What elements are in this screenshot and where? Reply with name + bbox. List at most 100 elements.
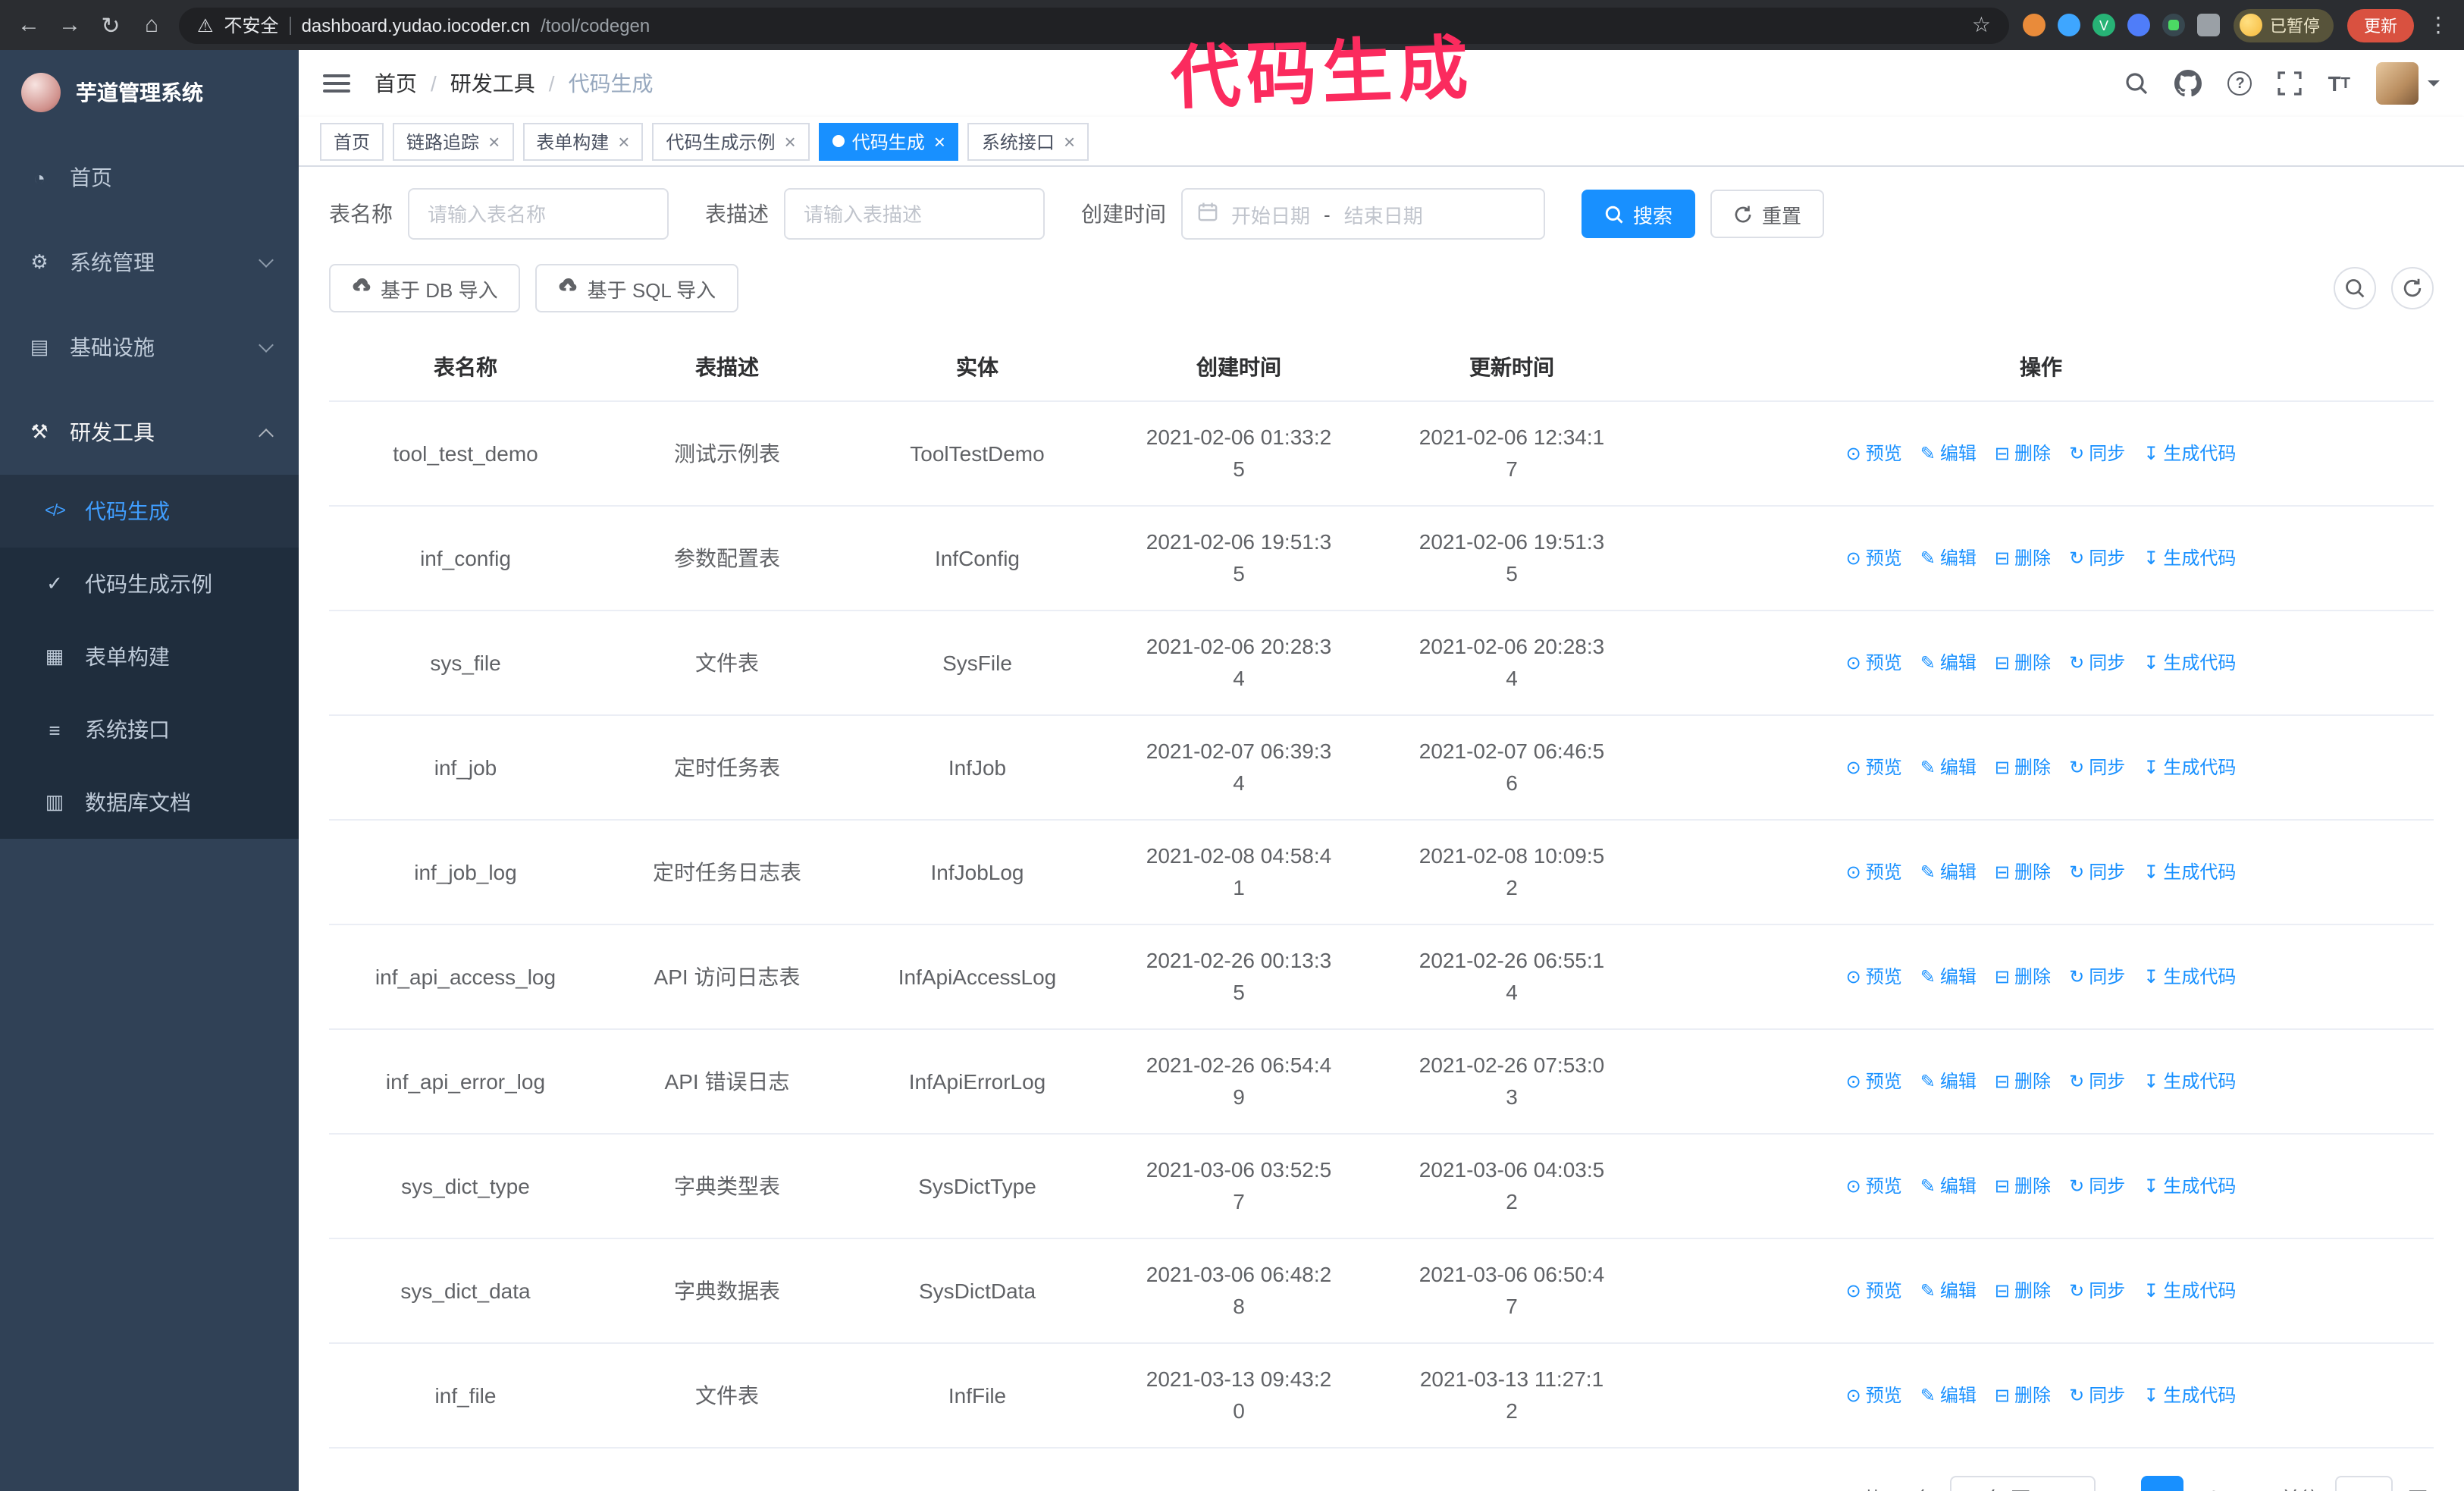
font-size-icon[interactable]: TT [2328, 71, 2350, 96]
tab-codegen-example[interactable]: 代码生成示例 × [652, 122, 810, 160]
sync-link[interactable]: ↻ 同步 [2069, 961, 2125, 993]
sidebar-item-form-builder[interactable]: ▦ 表单构建 [0, 620, 299, 693]
generate-code-link[interactable]: ↧ 生成代码 [2143, 1275, 2236, 1307]
browser-reload-icon[interactable]: ↻ [97, 11, 124, 39]
puzzle-icon[interactable] [2197, 14, 2220, 36]
extension-icon[interactable] [2023, 14, 2045, 36]
delete-link[interactable]: ⊟ 删除 [1995, 856, 2051, 888]
page-button-1[interactable]: 1 [2140, 1476, 2183, 1491]
help-icon[interactable]: ? [2227, 71, 2252, 96]
generate-code-link[interactable]: ↧ 生成代码 [2143, 647, 2236, 679]
sync-link[interactable]: ↻ 同步 [2069, 1380, 2125, 1411]
breadcrumb-item[interactable]: 首页 [375, 68, 417, 99]
import-sql-button[interactable]: 基于 SQL 导入 [535, 264, 739, 312]
edit-link[interactable]: ✎ 编辑 [1920, 856, 1977, 888]
preview-link[interactable]: ⊙ 预览 [1846, 1170, 1902, 1202]
toggle-search-button[interactable] [2334, 267, 2376, 309]
edit-link[interactable]: ✎ 编辑 [1920, 1066, 1977, 1097]
sync-link[interactable]: ↻ 同步 [2069, 438, 2125, 469]
edit-link[interactable]: ✎ 编辑 [1920, 647, 1977, 679]
generate-code-link[interactable]: ↧ 生成代码 [2143, 1170, 2236, 1202]
generate-code-link[interactable]: ↧ 生成代码 [2143, 438, 2236, 469]
edit-link[interactable]: ✎ 编辑 [1920, 542, 1977, 574]
delete-link[interactable]: ⊟ 删除 [1995, 961, 2051, 993]
extension-icon[interactable]: V [2093, 14, 2115, 36]
browser-home-icon[interactable]: ⌂ [138, 12, 165, 38]
sync-link[interactable]: ↻ 同步 [2069, 1170, 2125, 1202]
sync-link[interactable]: ↻ 同步 [2069, 752, 2125, 783]
generate-code-link[interactable]: ↧ 生成代码 [2143, 856, 2236, 888]
close-icon[interactable]: × [616, 131, 629, 151]
next-page-button[interactable]: › [2250, 1483, 2265, 1491]
close-icon[interactable]: × [933, 131, 945, 151]
delete-link[interactable]: ⊟ 删除 [1995, 1380, 2051, 1411]
goto-page-input[interactable] [2334, 1476, 2393, 1491]
sync-link[interactable]: ↻ 同步 [2069, 647, 2125, 679]
extension-icon[interactable] [2058, 14, 2080, 36]
generate-code-link[interactable]: ↧ 生成代码 [2143, 961, 2236, 993]
fullscreen-icon[interactable] [2278, 71, 2303, 96]
generate-code-link[interactable]: ↧ 生成代码 [2143, 1066, 2236, 1097]
sync-link[interactable]: ↻ 同步 [2069, 542, 2125, 574]
sync-link[interactable]: ↻ 同步 [2069, 856, 2125, 888]
tab-codegen[interactable]: 代码生成 × [818, 122, 959, 160]
preview-link[interactable]: ⊙ 预览 [1846, 542, 1902, 574]
browser-forward-icon[interactable]: → [56, 12, 83, 38]
search-icon[interactable] [2125, 71, 2149, 96]
generate-code-link[interactable]: ↧ 生成代码 [2143, 1380, 2236, 1411]
hamburger-icon[interactable] [323, 74, 350, 93]
start-date-placeholder[interactable]: 开始日期 [1231, 199, 1310, 228]
delete-link[interactable]: ⊟ 删除 [1995, 647, 2051, 679]
preview-link[interactable]: ⊙ 预览 [1846, 961, 1902, 993]
close-icon[interactable]: × [1062, 131, 1075, 151]
reset-button[interactable]: 重置 [1710, 190, 1825, 238]
preview-link[interactable]: ⊙ 预览 [1846, 752, 1902, 783]
import-db-button[interactable]: 基于 DB 导入 [329, 264, 521, 312]
edit-link[interactable]: ✎ 编辑 [1920, 961, 1977, 993]
preview-link[interactable]: ⊙ 预览 [1846, 438, 1902, 469]
generate-code-link[interactable]: ↧ 生成代码 [2143, 752, 2236, 783]
preview-link[interactable]: ⊙ 预览 [1846, 1380, 1902, 1411]
extension-icon[interactable] [2127, 14, 2150, 36]
close-icon[interactable]: × [487, 131, 500, 151]
page-button-2[interactable]: 2 [2193, 1476, 2235, 1491]
bookmark-star-icon[interactable]: ☆ [1972, 12, 1991, 38]
preview-link[interactable]: ⊙ 预览 [1846, 647, 1902, 679]
close-icon[interactable]: × [783, 131, 796, 151]
sidebar-item-api[interactable]: ≡ 系统接口 [0, 693, 299, 766]
user-menu[interactable] [2376, 62, 2440, 105]
tab-form-builder[interactable]: 表单构建 × [522, 122, 644, 160]
sidebar-item-db-doc[interactable]: ▥ 数据库文档 [0, 766, 299, 839]
sync-link[interactable]: ↻ 同步 [2069, 1066, 2125, 1097]
sidebar-item-codegen-example[interactable]: ✓ 代码生成示例 [0, 548, 299, 620]
delete-link[interactable]: ⊟ 删除 [1995, 752, 2051, 783]
tab-api[interactable]: 系统接口 × [967, 122, 1089, 160]
sidebar-item-devtools[interactable]: ⚒ 研发工具 [0, 390, 299, 475]
delete-link[interactable]: ⊟ 删除 [1995, 1066, 2051, 1097]
breadcrumb-item[interactable]: 研发工具 [450, 68, 535, 99]
preview-link[interactable]: ⊙ 预览 [1846, 1275, 1902, 1307]
page-size-select[interactable]: 10条/页 [1949, 1476, 2096, 1491]
refresh-button[interactable] [2391, 267, 2434, 309]
delete-link[interactable]: ⊟ 删除 [1995, 542, 2051, 574]
date-range-picker[interactable]: 开始日期 - 结束日期 [1181, 188, 1545, 240]
extension-icon[interactable] [2162, 14, 2185, 36]
table-desc-input[interactable] [784, 188, 1045, 240]
sidebar-item-codegen[interactable]: </> 代码生成 [0, 475, 299, 548]
edit-link[interactable]: ✎ 编辑 [1920, 438, 1977, 469]
address-bar[interactable]: ⚠ 不安全 dashboard.yudao.iocoder.cn/tool/co… [179, 7, 2009, 43]
edit-link[interactable]: ✎ 编辑 [1920, 1170, 1977, 1202]
table-name-input[interactable] [408, 188, 669, 240]
end-date-placeholder[interactable]: 结束日期 [1344, 199, 1423, 228]
browser-back-icon[interactable]: ← [15, 12, 42, 38]
tab-trace[interactable]: 链路追踪 × [393, 122, 514, 160]
profile-chip[interactable]: 已暂停 [2234, 8, 2334, 42]
sync-link[interactable]: ↻ 同步 [2069, 1275, 2125, 1307]
preview-link[interactable]: ⊙ 预览 [1846, 1066, 1902, 1097]
tab-home[interactable]: 首页 [320, 122, 384, 160]
browser-update-button[interactable]: 更新 [2347, 8, 2414, 42]
preview-link[interactable]: ⊙ 预览 [1846, 856, 1902, 888]
sidebar-item-home[interactable]: ◔ 首页 [0, 135, 299, 220]
sidebar-item-system[interactable]: ⚙ 系统管理 [0, 220, 299, 305]
prev-page-button[interactable]: ‹ [2111, 1483, 2126, 1491]
